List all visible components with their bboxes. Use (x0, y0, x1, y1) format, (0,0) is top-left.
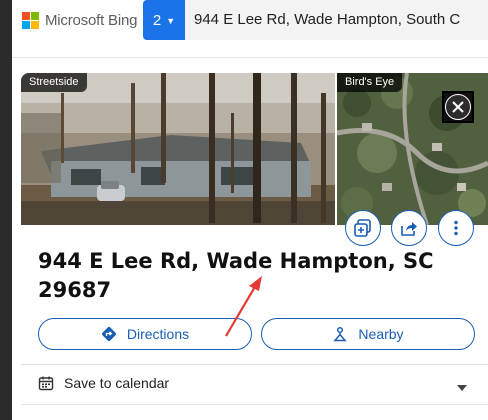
annotation-arrow-icon (225, 276, 262, 337)
